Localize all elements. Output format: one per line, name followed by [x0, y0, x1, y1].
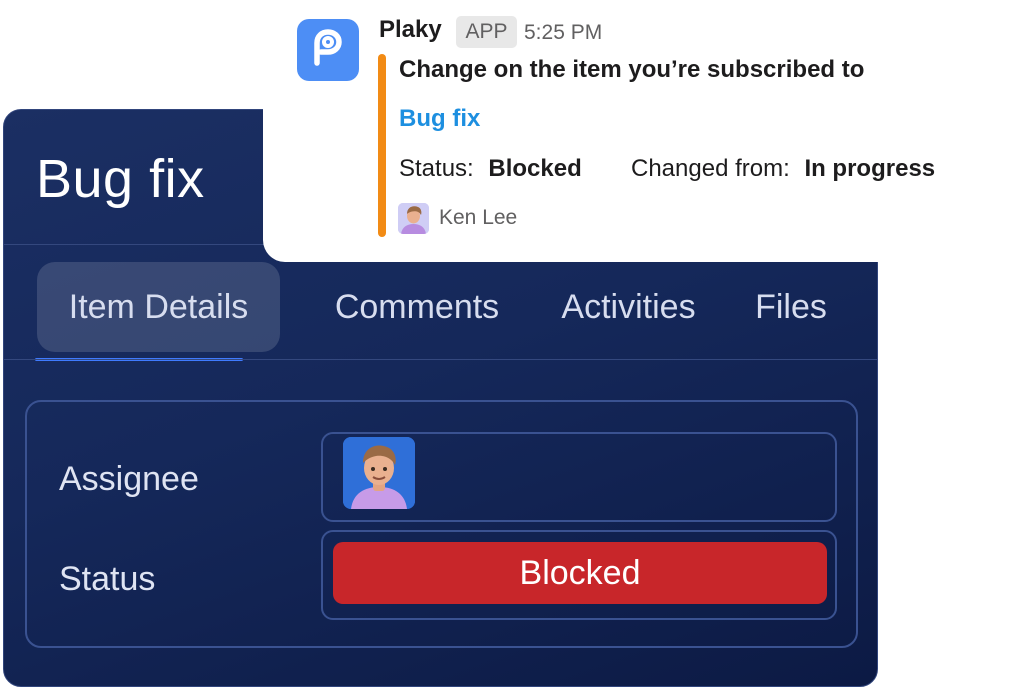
tab-activities[interactable]: Activities	[546, 262, 711, 352]
tab-item-details[interactable]: Item Details	[37, 262, 280, 352]
author-avatar	[398, 203, 429, 234]
tab-comments[interactable]: Comments	[316, 262, 518, 352]
changed-from-label: Changed from:	[631, 155, 790, 182]
assignee-label: Assignee	[59, 460, 199, 498]
fields-box: Assignee Status Blocked	[25, 400, 858, 648]
item-link[interactable]: Bug fix	[399, 105, 480, 133]
item-title: Bug fix	[36, 149, 205, 209]
tabs-divider	[4, 359, 877, 360]
assignee-field[interactable]	[321, 432, 837, 522]
status-change-line: Status: Blocked	[399, 155, 582, 183]
plaky-logo-icon	[297, 19, 359, 81]
assignee-avatar	[343, 437, 415, 509]
app-badge: APP	[456, 16, 517, 48]
notif-status-value: Blocked	[488, 155, 582, 182]
timestamp: 5:25 PM	[524, 21, 603, 44]
status-blocked-pill[interactable]: Blocked	[333, 542, 827, 604]
changed-from-value: In progress	[804, 155, 936, 182]
changed-from-line: Changed from: In progress	[631, 155, 935, 183]
sender-name: Plaky	[379, 16, 442, 43]
notification-heading: Change on the item you’re subscribed to	[399, 56, 865, 83]
status-label: Status	[59, 560, 156, 598]
notif-status-label: Status:	[399, 155, 474, 182]
status-field: Blocked	[321, 530, 837, 620]
tab-files[interactable]: Files	[742, 262, 840, 352]
author-name: Ken Lee	[439, 206, 518, 229]
accent-bar	[378, 54, 386, 237]
